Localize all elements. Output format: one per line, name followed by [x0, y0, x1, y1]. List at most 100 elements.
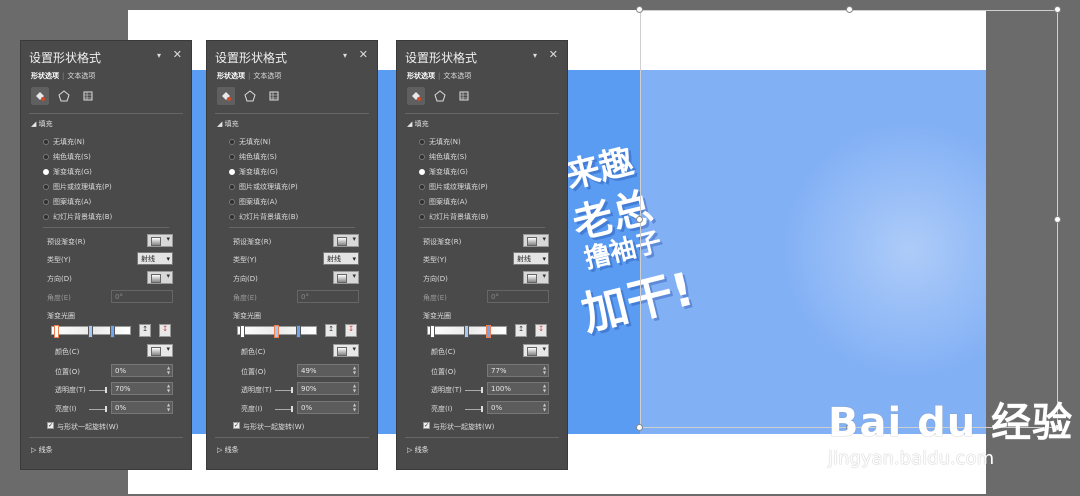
brightness-slider[interactable]: [89, 406, 107, 412]
type-dropdown[interactable]: 射线 ▾: [323, 252, 359, 265]
remove-stop-icon[interactable]: ↧: [535, 324, 547, 337]
size-properties-icon[interactable]: [455, 87, 473, 105]
fill-section-header[interactable]: ◢ 填充: [217, 119, 239, 129]
tab-shape-options[interactable]: 形状选项: [217, 72, 245, 80]
resize-handle-top[interactable]: [846, 6, 853, 13]
close-icon[interactable]: ✕: [173, 48, 182, 61]
panel-options-icon[interactable]: ▾: [533, 51, 537, 60]
brightness-slider[interactable]: [465, 406, 483, 412]
gradient-stop-1[interactable]: [240, 325, 245, 338]
gradient-stops-bar[interactable]: [51, 325, 131, 338]
fill-section-header[interactable]: ◢ 填充: [31, 119, 53, 129]
direction-dropdown[interactable]: [147, 271, 173, 284]
radio-slide-bg-fill[interactable]: 幻灯片背景填充(B): [43, 212, 112, 222]
preset-gradient-dropdown[interactable]: [333, 234, 359, 247]
add-stop-icon[interactable]: ↥: [139, 324, 151, 337]
type-dropdown[interactable]: 射线 ▾: [513, 252, 549, 265]
tab-text-options[interactable]: 文本选项: [253, 72, 281, 80]
transparency-input[interactable]: 90% ▲ ▼: [297, 382, 359, 395]
remove-stop-icon[interactable]: ↧: [345, 324, 357, 337]
tab-text-options[interactable]: 文本选项: [443, 72, 471, 80]
preset-gradient-dropdown[interactable]: [523, 234, 549, 247]
type-dropdown[interactable]: 射线 ▾: [137, 252, 173, 265]
radio-pattern-fill[interactable]: 图案填充(A): [229, 197, 277, 207]
close-icon[interactable]: ✕: [549, 48, 558, 61]
preset-gradient-dropdown[interactable]: [147, 234, 173, 247]
tab-text-options[interactable]: 文本选项: [67, 72, 95, 80]
selection-box[interactable]: [640, 10, 1058, 428]
line-section-header[interactable]: ▷ 线条: [407, 445, 429, 455]
gradient-stop-3[interactable]: [296, 325, 301, 338]
brightness-input[interactable]: 0% ▲ ▼: [297, 401, 359, 414]
tab-shape-options[interactable]: 形状选项: [31, 72, 59, 80]
radio-picture-fill[interactable]: 图片或纹理填充(P): [229, 182, 298, 192]
add-stop-icon[interactable]: ↥: [325, 324, 337, 337]
position-input[interactable]: 0% ▲ ▼: [111, 364, 173, 377]
gradient-stop-2[interactable]: [274, 325, 279, 338]
gradient-stop-1[interactable]: [430, 325, 435, 338]
panel-options-icon[interactable]: ▾: [157, 51, 161, 60]
close-icon[interactable]: ✕: [359, 48, 368, 61]
line-section-header[interactable]: ▷ 线条: [217, 445, 239, 455]
resize-handle-tr[interactable]: [1054, 6, 1061, 13]
radio-no-fill[interactable]: 无填充(N): [229, 137, 271, 147]
radio-gradient-fill[interactable]: 渐变填充(G): [419, 167, 468, 177]
radio-picture-fill[interactable]: 图片或纹理填充(P): [419, 182, 488, 192]
resize-handle-right[interactable]: [1054, 216, 1061, 223]
brightness-slider[interactable]: [275, 406, 293, 412]
radio-slide-bg-fill[interactable]: 幻灯片背景填充(B): [419, 212, 488, 222]
transparency-slider[interactable]: [465, 387, 483, 393]
panel-options-icon[interactable]: ▾: [343, 51, 347, 60]
color-picker-dropdown[interactable]: [333, 344, 359, 357]
resize-handle-bl[interactable]: [636, 424, 643, 431]
transparency-input[interactable]: 100% ▲ ▼: [487, 382, 549, 395]
brightness-input[interactable]: 0% ▲ ▼: [111, 401, 173, 414]
radio-pattern-fill[interactable]: 图案填充(A): [43, 197, 91, 207]
effects-pentagon-icon[interactable]: [241, 87, 259, 105]
gradient-stop-2[interactable]: [464, 325, 469, 338]
fill-line-icon[interactable]: [217, 87, 235, 105]
gradient-stop-2[interactable]: [88, 325, 93, 338]
transparency-slider[interactable]: [275, 387, 293, 393]
gradient-stop-1[interactable]: [54, 325, 59, 338]
resize-handle-left[interactable]: [636, 216, 643, 223]
gradient-stops-bar[interactable]: [237, 325, 317, 338]
fill-section-header[interactable]: ◢ 填充: [407, 119, 429, 129]
rotate-with-shape-checkbox[interactable]: ✓: [47, 422, 54, 429]
radio-slide-bg-fill[interactable]: 幻灯片背景填充(B): [229, 212, 298, 222]
size-properties-icon[interactable]: [265, 87, 283, 105]
radio-picture-fill[interactable]: 图片或纹理填充(P): [43, 182, 112, 192]
effects-pentagon-icon[interactable]: [55, 87, 73, 105]
position-input[interactable]: 49% ▲ ▼: [297, 364, 359, 377]
add-stop-icon[interactable]: ↥: [515, 324, 527, 337]
fill-line-icon[interactable]: [31, 87, 49, 105]
gradient-stop-3[interactable]: [486, 325, 491, 338]
transparency-input[interactable]: 70% ▲ ▼: [111, 382, 173, 395]
position-input[interactable]: 77% ▲ ▼: [487, 364, 549, 377]
direction-dropdown[interactable]: [523, 271, 549, 284]
brightness-input[interactable]: 0% ▲ ▼: [487, 401, 549, 414]
resize-handle-tl[interactable]: [636, 6, 643, 13]
remove-stop-icon[interactable]: ↧: [159, 324, 171, 337]
size-properties-icon[interactable]: [79, 87, 97, 105]
rotate-with-shape-checkbox[interactable]: ✓: [423, 422, 430, 429]
fill-line-icon[interactable]: [407, 87, 425, 105]
line-section-header[interactable]: ▷ 线条: [31, 445, 53, 455]
rotate-with-shape-checkbox[interactable]: ✓: [233, 422, 240, 429]
radio-no-fill[interactable]: 无填充(N): [419, 137, 461, 147]
color-picker-dropdown[interactable]: [147, 344, 173, 357]
radio-gradient-fill[interactable]: 渐变填充(G): [43, 167, 92, 177]
direction-dropdown[interactable]: [333, 271, 359, 284]
color-picker-dropdown[interactable]: [523, 344, 549, 357]
radio-solid-fill[interactable]: 纯色填充(S): [43, 152, 91, 162]
radio-gradient-fill[interactable]: 渐变填充(G): [229, 167, 278, 177]
gradient-stop-3[interactable]: [110, 325, 115, 338]
radio-no-fill[interactable]: 无填充(N): [43, 137, 85, 147]
effects-pentagon-icon[interactable]: [431, 87, 449, 105]
tab-shape-options[interactable]: 形状选项: [407, 72, 435, 80]
radio-pattern-fill[interactable]: 图案填充(A): [419, 197, 467, 207]
gradient-stops-bar[interactable]: [427, 325, 507, 338]
radio-solid-fill[interactable]: 纯色填充(S): [229, 152, 277, 162]
radio-solid-fill[interactable]: 纯色填充(S): [419, 152, 467, 162]
transparency-slider[interactable]: [89, 387, 107, 393]
